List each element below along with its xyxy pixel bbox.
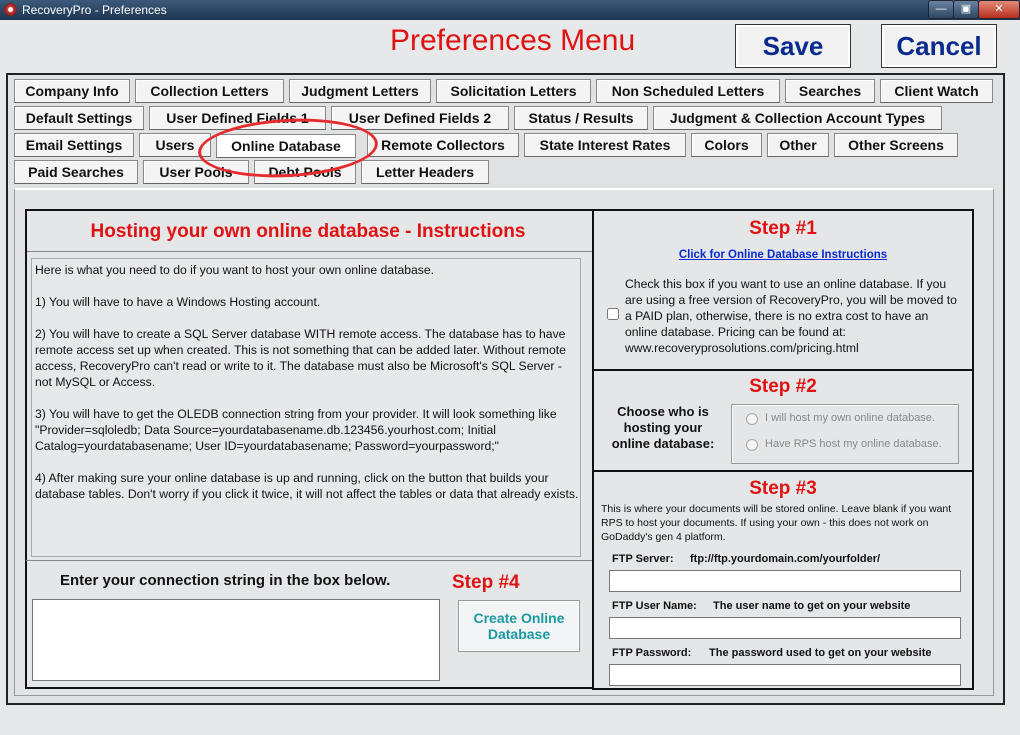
instructions-paragraph-3: 3) You will have to get the OLEDB connec…: [35, 407, 557, 453]
instructions-divider: [27, 251, 593, 252]
use-online-database-checkbox[interactable]: [607, 308, 619, 320]
tab-paid-searches[interactable]: Paid Searches: [14, 160, 138, 184]
ftp-user-name-label: FTP User Name:: [612, 600, 697, 612]
tab-colors[interactable]: Colors: [691, 133, 762, 157]
tab-state-interest-rates[interactable]: State Interest Rates: [524, 133, 686, 157]
instructions-paragraph-1: 1) You will have to have a Windows Hosti…: [35, 295, 321, 309]
tab-solicitation-letters[interactable]: Solicitation Letters: [436, 79, 591, 103]
step3-title: Step #3: [749, 478, 817, 499]
tab-judgment-collection-account-types[interactable]: Judgment & Collection Account Types: [653, 106, 942, 130]
step3-description: This is where your documents will be sto…: [601, 503, 952, 543]
ftp-password-label: FTP Password:: [612, 647, 692, 659]
step4-title: Step #4: [452, 572, 520, 593]
tab-status-results[interactable]: Status / Results: [514, 106, 648, 130]
create-online-database-button[interactable]: Create Online Database: [458, 600, 580, 652]
tab-non-scheduled-letters[interactable]: Non Scheduled Letters: [596, 79, 780, 103]
tab-user-defined-fields-2[interactable]: User Defined Fields 2: [331, 106, 509, 130]
host-own-radio[interactable]: [746, 413, 758, 425]
ftp-user-name-hint: The user name to get on your website: [713, 600, 911, 612]
page-title: Preferences Menu: [390, 24, 636, 57]
ftp-server-hint: ftp://ftp.yourdomain.com/yourfolder/: [690, 553, 881, 565]
app-icon: [4, 3, 17, 16]
ftp-password-hint: The password used to get on your website: [709, 647, 932, 659]
ftp-server-input[interactable]: [609, 570, 961, 592]
save-button[interactable]: Save: [735, 24, 851, 68]
tab-default-settings[interactable]: Default Settings: [14, 106, 144, 130]
tab-collection-letters[interactable]: Collection Letters: [135, 79, 284, 103]
rps-host-radio[interactable]: [746, 439, 758, 451]
step1-title: Step #1: [749, 218, 817, 239]
online-database-instructions-link[interactable]: Click for Online Database Instructions: [594, 249, 972, 261]
tab-other-screens[interactable]: Other Screens: [834, 133, 958, 157]
minimize-button[interactable]: —: [928, 0, 954, 19]
instructions-title: Hosting your own online database - Instr…: [90, 221, 526, 242]
instructions-paragraph-intro: Here is what you need to do if you want …: [35, 263, 435, 277]
ftp-server-label: FTP Server:: [612, 553, 674, 565]
instructions-paragraph-2: 2) You will have to create a SQL Server …: [35, 327, 566, 389]
tab-company-info[interactable]: Company Info: [14, 79, 130, 103]
tab-other[interactable]: Other: [767, 133, 829, 157]
host-own-label: I will host my own online database.: [765, 412, 935, 424]
connection-string-prompt: Enter your connection string in the box …: [60, 572, 391, 589]
tab-users[interactable]: Users: [139, 133, 211, 157]
ftp-user-name-input[interactable]: [609, 617, 961, 639]
tab-user-defined-fields-1[interactable]: User Defined Fields 1: [149, 106, 326, 130]
tab-searches[interactable]: Searches: [785, 79, 875, 103]
instructions-paragraph-4: 4) After making sure your online databas…: [35, 471, 579, 501]
connection-string-input[interactable]: [32, 599, 440, 681]
window-titlebar: RecoveryPro - Preferences — ▣ ✕: [0, 0, 1020, 20]
hosting-choice-prompt: Choose who is hosting your online databa…: [611, 404, 715, 451]
window-title: RecoveryPro - Preferences: [22, 3, 167, 17]
tab-letter-headers[interactable]: Letter Headers: [361, 160, 489, 184]
rps-host-label: Have RPS host my online database.: [765, 438, 942, 450]
ftp-password-input[interactable]: [609, 664, 961, 686]
step1-description: Check this box if you want to use an onl…: [625, 277, 957, 355]
tab-client-watch[interactable]: Client Watch: [880, 79, 993, 103]
tab-debt-pools[interactable]: Debt Pools: [254, 160, 356, 184]
cancel-button[interactable]: Cancel: [881, 24, 997, 68]
tab-email-settings[interactable]: Email Settings: [14, 133, 134, 157]
instructions-text-area: Here is what you need to do if you want …: [31, 258, 581, 557]
tab-remote-collectors[interactable]: Remote Collectors: [367, 133, 519, 157]
maximize-button[interactable]: ▣: [953, 0, 979, 19]
close-window-button[interactable]: ✕: [978, 0, 1020, 19]
step2-title: Step #2: [749, 376, 817, 397]
tab-user-pools[interactable]: User Pools: [143, 160, 249, 184]
tab-online-database[interactable]: Online Database: [216, 134, 356, 158]
tab-judgment-letters[interactable]: Judgment Letters: [289, 79, 431, 103]
